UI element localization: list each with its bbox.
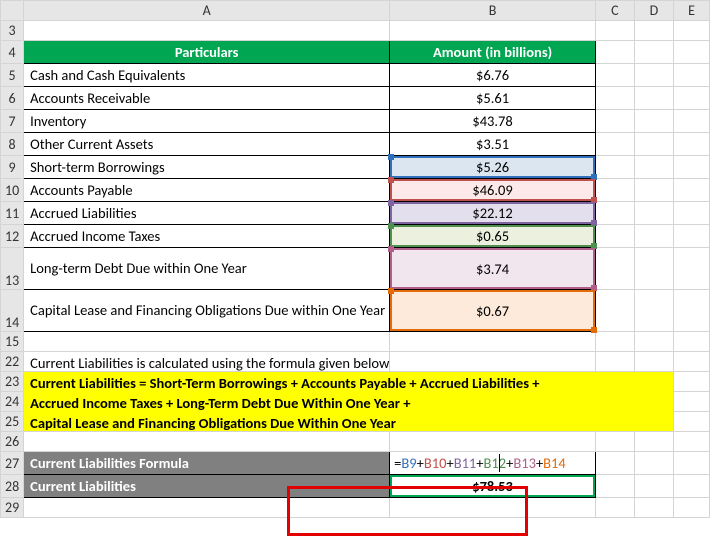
value-ar[interactable]: $5.61: [390, 87, 596, 110]
row-header-13[interactable]: 13: [1, 248, 24, 290]
row-header-9[interactable]: 9: [1, 156, 24, 179]
value-accrued-liab[interactable]: $22.12: [390, 202, 596, 225]
row-header-5[interactable]: 5: [1, 64, 24, 87]
row-header-8[interactable]: 8: [1, 133, 24, 156]
value-cash[interactable]: $6.76: [390, 64, 596, 87]
value-cap-lease[interactable]: $0.67: [390, 290, 596, 332]
row-header-22[interactable]: 22: [1, 352, 24, 372]
result-label-formula[interactable]: Current Liabilities Formula: [24, 452, 390, 475]
row-header-7[interactable]: 7: [1, 110, 24, 133]
formula-text-24[interactable]: Accrued Income Taxes + Long-Term Debt Du…: [24, 392, 390, 412]
col-header-A[interactable]: A: [24, 1, 390, 21]
label-cap-lease[interactable]: Capital Lease and Financing Obligations …: [24, 290, 390, 332]
value-stb[interactable]: $5.26: [390, 156, 596, 179]
value-ltd[interactable]: $3.74: [390, 248, 596, 290]
text-cursor-icon: [499, 454, 500, 472]
label-ait[interactable]: Accrued Income Taxes: [24, 225, 390, 248]
col-header-B[interactable]: B: [390, 1, 596, 21]
row-header-10[interactable]: 10: [1, 179, 24, 202]
label-ar[interactable]: Accounts Receivable: [24, 87, 390, 110]
label-stb[interactable]: Short-term Borrowings: [24, 156, 390, 179]
explain-text-22: Current Liabilities is calculated using …: [30, 354, 389, 372]
header-amount[interactable]: Amount (in billions): [390, 41, 596, 64]
value-other-assets[interactable]: $3.51: [390, 133, 596, 156]
row-header-29[interactable]: 29: [1, 498, 24, 518]
label-cash[interactable]: Cash and Cash Equivalents: [24, 64, 390, 87]
row-header-24[interactable]: 24: [1, 392, 24, 412]
row-header-3[interactable]: 3: [1, 21, 24, 41]
result-value-cell[interactable]: $78.53: [390, 475, 596, 498]
row-header-27[interactable]: 27: [1, 452, 24, 475]
formula-text-25[interactable]: Capital Lease and Financing Obligations …: [24, 412, 390, 432]
row-header-12[interactable]: 12: [1, 225, 24, 248]
formula-text-23[interactable]: Current Liabilities = Short-Term Borrowi…: [24, 372, 390, 392]
select-all-corner[interactable]: [1, 1, 24, 21]
cell-B3[interactable]: [390, 21, 596, 41]
value-ait[interactable]: $0.65: [390, 225, 596, 248]
row-header-23[interactable]: 23: [1, 372, 24, 392]
label-ltd[interactable]: Long-term Debt Due within One Year: [24, 248, 390, 290]
label-ap[interactable]: Accounts Payable: [24, 179, 390, 202]
value-inventory[interactable]: $43.78: [390, 110, 596, 133]
row-header-4[interactable]: 4: [1, 41, 24, 64]
label-other-assets[interactable]: Other Current Assets: [24, 133, 390, 156]
col-header-E[interactable]: E: [674, 1, 710, 21]
col-header-D[interactable]: D: [634, 1, 673, 21]
label-accrued-liab[interactable]: Accrued Liabilities: [24, 202, 390, 225]
row-header-14[interactable]: 14: [1, 290, 24, 332]
col-header-C[interactable]: C: [595, 1, 634, 21]
result-label-value[interactable]: Current Liabilities: [24, 475, 390, 498]
explain-line-22[interactable]: Current Liabilities is calculated using …: [24, 352, 390, 372]
row-header-6[interactable]: 6: [1, 87, 24, 110]
row-header-26[interactable]: 26: [1, 432, 24, 452]
row-header-15[interactable]: 15: [1, 332, 24, 352]
result-formula-cell[interactable]: =B9+B10+B11+B12+B13+B14: [390, 452, 596, 475]
cell-A3[interactable]: [24, 21, 390, 41]
label-inventory[interactable]: Inventory: [24, 110, 390, 133]
header-particulars[interactable]: Particulars: [24, 41, 390, 64]
row-header-28[interactable]: 28: [1, 475, 24, 498]
column-header-row: A B C D E: [1, 1, 710, 21]
value-ap[interactable]: $46.09: [390, 179, 596, 202]
row-header-25[interactable]: 25: [1, 412, 24, 432]
spreadsheet-grid[interactable]: A B C D E 3 4 Particulars Amount (in bil…: [0, 0, 710, 518]
row-header-11[interactable]: 11: [1, 202, 24, 225]
